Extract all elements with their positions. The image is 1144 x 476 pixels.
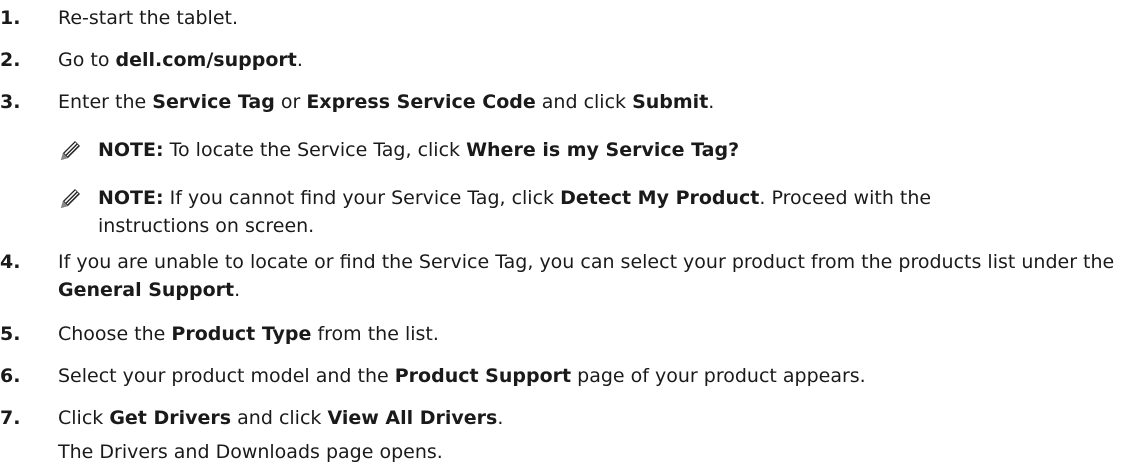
step-number: 5.	[0, 323, 21, 345]
note-pencil-icon	[61, 189, 80, 208]
step-text: If you are unable to locate or find the …	[58, 251, 1115, 301]
step-text: Enter the Service Tag or Express Service…	[58, 91, 715, 113]
support-url: dell.com/support	[115, 49, 297, 71]
step-number: 2.	[0, 49, 21, 71]
step-number: 1.	[0, 7, 21, 29]
step-number: 3.	[0, 91, 21, 113]
note-pencil-icon	[61, 141, 80, 160]
step-number: 4.	[0, 251, 21, 273]
note-label: NOTE:	[98, 187, 164, 209]
step-7-result: The Drivers and Downloads page opens.	[58, 441, 443, 463]
step-text: Click Get Drivers and click View All Dri…	[58, 407, 504, 429]
step-number: 7.	[0, 407, 21, 429]
note-label: NOTE:	[98, 139, 164, 161]
step-text: Go to dell.com/support.	[58, 49, 303, 71]
step-number: 6.	[0, 365, 21, 387]
step-text: Choose the Product Type from the list.	[58, 323, 439, 345]
step-text: Re-start the tablet.	[58, 7, 239, 29]
note-text: NOTE: To locate the Service Tag, click W…	[98, 139, 740, 161]
step-text: Select your product model and the Produc…	[58, 365, 866, 387]
note-text: NOTE: If you cannot find your Service Ta…	[98, 187, 932, 237]
